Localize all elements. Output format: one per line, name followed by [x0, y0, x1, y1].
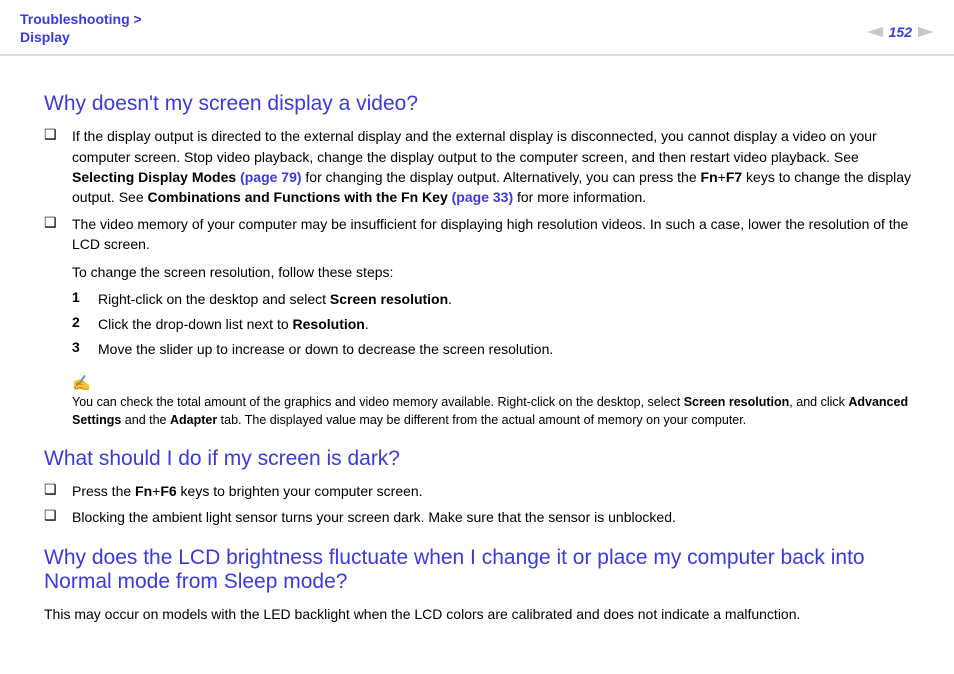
question-heading-2: What should I do if my screen is dark? [44, 447, 924, 471]
bullet-icon: ❑ [44, 481, 72, 501]
next-page-icon[interactable] [918, 27, 934, 37]
sub-paragraph: To change the screen resolution, follow … [72, 262, 924, 283]
bullet-item: ❑ The video memory of your computer may … [44, 214, 924, 255]
bullet-icon: ❑ [44, 126, 72, 207]
step-number: 3 [72, 339, 98, 360]
link-selecting-display-modes[interactable]: Selecting Display Modes (page 79) [72, 169, 302, 185]
bullet-item: ❑ Press the Fn+F6 keys to brighten your … [44, 481, 924, 501]
note-icon: ✍ [72, 374, 924, 392]
bullet-item: ❑ Blocking the ambient light sensor turn… [44, 507, 924, 527]
bullet-text: Press the Fn+F6 keys to brighten your co… [72, 481, 924, 501]
bullet-icon: ❑ [44, 507, 72, 527]
step-number: 1 [72, 289, 98, 310]
link-fn-key-combinations[interactable]: Combinations and Functions with the Fn K… [148, 189, 514, 205]
page-number: 152 [889, 24, 912, 40]
step-text: Move the slider up to increase or down t… [98, 339, 924, 360]
note-text: You can check the total amount of the gr… [72, 394, 924, 429]
bullet-text: Blocking the ambient light sensor turns … [72, 507, 924, 527]
bullet-text: The video memory of your computer may be… [72, 214, 924, 255]
bullet-text: If the display output is directed to the… [72, 126, 924, 207]
breadcrumb-line1: Troubleshooting > [20, 11, 142, 27]
step-item: 1 Right-click on the desktop and select … [72, 289, 924, 310]
prev-page-icon[interactable] [867, 27, 883, 37]
page-nav: 152 [867, 10, 934, 40]
step-text: Click the drop-down list next to Resolut… [98, 314, 924, 335]
step-text: Right-click on the desktop and select Sc… [98, 289, 924, 310]
page-content: Why doesn't my screen display a video? ❑… [0, 56, 954, 624]
breadcrumb-line2: Display [20, 29, 70, 45]
step-item: 3 Move the slider up to increase or down… [72, 339, 924, 360]
bullet-item: ❑ If the display output is directed to t… [44, 126, 924, 207]
step-number: 2 [72, 314, 98, 335]
question-heading-1: Why doesn't my screen display a video? [44, 92, 924, 116]
question-heading-3: Why does the LCD brightness fluctuate wh… [44, 546, 924, 594]
bullet-icon: ❑ [44, 214, 72, 255]
step-item: 2 Click the drop-down list next to Resol… [72, 314, 924, 335]
page-header: Troubleshooting > Display 152 [0, 0, 954, 56]
breadcrumb[interactable]: Troubleshooting > Display [20, 10, 142, 46]
body-paragraph: This may occur on models with the LED ba… [44, 604, 924, 625]
